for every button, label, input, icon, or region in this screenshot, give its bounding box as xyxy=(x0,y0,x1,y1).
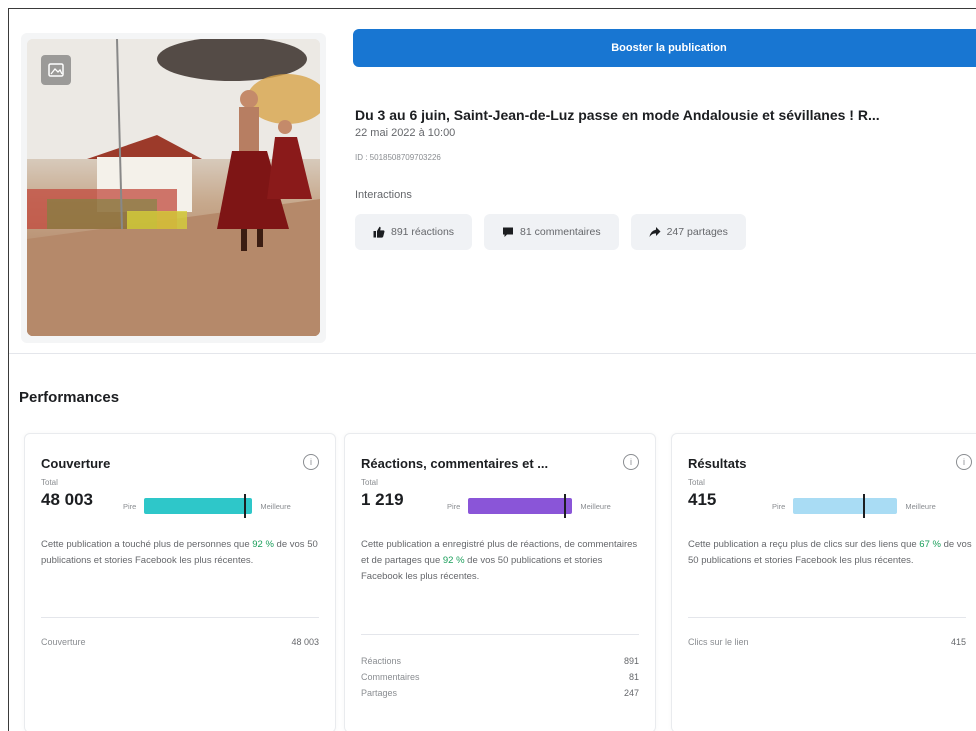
comments-chip[interactable]: 81 commentaires xyxy=(484,214,619,250)
info-icon[interactable]: i xyxy=(303,454,319,470)
comments-count: 81 commentaires xyxy=(520,226,601,238)
post-date: 22 mai 2022 à 10:00 xyxy=(355,127,456,139)
shares-chip[interactable]: 247 partages xyxy=(630,214,746,250)
shares-count: 247 partages xyxy=(666,226,728,238)
card-title: Réactions, commentaires et ... xyxy=(361,456,549,471)
share-arrow-icon xyxy=(649,227,661,237)
bar-low-label: Pire xyxy=(447,501,461,511)
bar-low-label: Pire xyxy=(123,501,137,511)
post-media-card[interactable] xyxy=(21,33,326,343)
comment-icon xyxy=(503,227,514,237)
post-photo xyxy=(27,39,320,336)
total-value: 1 219 xyxy=(361,490,404,509)
reactions-count: 891 réactions xyxy=(391,226,455,238)
benchmark-bar: Pire Meilleure xyxy=(447,494,611,518)
info-icon[interactable]: i xyxy=(623,454,639,470)
metric-row: Commentaires 81 xyxy=(361,672,639,682)
thumbs-up-icon xyxy=(373,226,385,238)
reactions-chip[interactable]: 891 réactions xyxy=(355,214,473,250)
section-divider xyxy=(9,353,976,354)
post-thumbnail[interactable] xyxy=(27,39,320,336)
bar-high-label: Meilleure xyxy=(260,501,291,511)
total-value: 48 003 xyxy=(41,490,93,509)
benchmark-bar-fill xyxy=(793,494,898,518)
card-description: Cette publication a touché plus de perso… xyxy=(41,539,318,566)
bar-low-label: Pire xyxy=(772,501,786,511)
interactions-label: Interactions xyxy=(355,189,412,201)
card-description: Cette publication a reçu plus de clics s… xyxy=(688,539,972,566)
metric-row: Couverture 48 003 xyxy=(41,637,319,647)
card-title: Couverture xyxy=(41,456,111,471)
media-type-icon xyxy=(41,55,71,85)
total-label: Total xyxy=(361,478,378,487)
interaction-chips: 891 réactions 81 commentaires 247 partag… xyxy=(355,214,746,250)
total-label: Total xyxy=(41,478,58,487)
card-divider xyxy=(688,617,966,618)
benchmark-bar-fill xyxy=(468,494,573,518)
post-title[interactable]: Du 3 au 6 juin, Saint-Jean-de-Luz passe … xyxy=(355,107,976,123)
bar-high-label: Meilleure xyxy=(580,501,611,511)
coverage-card: Couverture i Total 48 003 Pire Meilleure… xyxy=(24,433,336,731)
card-description: Cette publication a enregistré plus de r… xyxy=(361,539,638,582)
metric-row: Partages 247 xyxy=(361,688,639,698)
results-card: Résultats i Total 415 Pire Meilleure Cet… xyxy=(671,433,976,731)
benchmark-marker xyxy=(863,494,866,518)
card-divider xyxy=(41,617,319,618)
post-insights-panel: Booster la publication Du 3 au 6 juin, S… xyxy=(8,8,976,731)
total-value: 415 xyxy=(688,490,717,509)
metric-row: Réactions 891 xyxy=(361,656,639,666)
benchmark-bar: Pire Meilleure xyxy=(772,494,936,518)
metric-row: Clics sur le lien 415 xyxy=(688,637,966,647)
post-id: ID : 5018508709703226 xyxy=(355,153,441,162)
boost-post-button[interactable]: Booster la publication xyxy=(353,29,976,67)
benchmark-bar: Pire Meilleure xyxy=(123,494,291,518)
total-label: Total xyxy=(688,478,705,487)
bar-high-label: Meilleure xyxy=(905,501,936,511)
card-title: Résultats xyxy=(688,456,747,471)
benchmark-bar-fill xyxy=(144,494,253,518)
card-divider xyxy=(361,634,639,635)
info-icon[interactable]: i xyxy=(956,454,972,470)
performances-heading: Performances xyxy=(19,389,120,406)
engagement-card: Réactions, commentaires et ... i Total 1… xyxy=(344,433,656,731)
benchmark-marker xyxy=(243,494,246,518)
benchmark-marker xyxy=(564,494,567,518)
